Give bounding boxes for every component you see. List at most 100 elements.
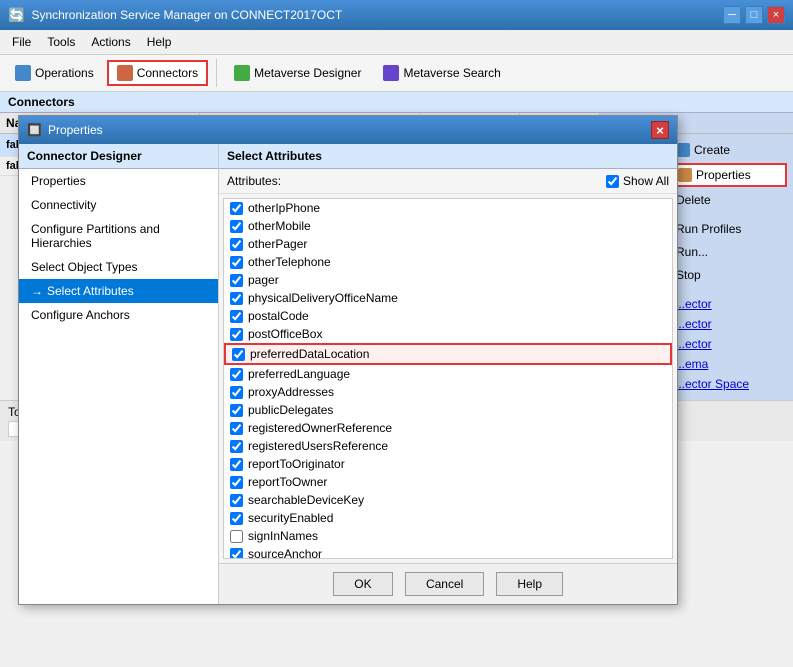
schema-link[interactable]: ...ema (670, 354, 787, 374)
attr-item[interactable]: registeredOwnerReference (224, 419, 672, 437)
attr-item[interactable]: otherPager (224, 235, 672, 253)
metaverse-designer-button[interactable]: Metaverse Designer (225, 61, 370, 85)
attr-label: securityEnabled (248, 511, 333, 525)
attr-item-preferred-data-location[interactable]: preferredDataLocation (224, 343, 672, 365)
create-icon (676, 143, 690, 157)
delete-label: Delete (676, 193, 711, 207)
attr-label: otherIpPhone (248, 201, 320, 215)
nav-item-configure-partitions[interactable]: Configure Partitions and Hierarchies (19, 217, 218, 255)
menu-actions[interactable]: Actions (83, 32, 138, 52)
attr-checkbox-registeredUsers[interactable] (230, 440, 243, 453)
menu-file[interactable]: File (4, 32, 39, 52)
dialog-icon: 🔲 (27, 123, 42, 137)
dialog-close-button[interactable]: × (651, 121, 669, 139)
connectors-button[interactable]: Connectors (107, 60, 208, 86)
attr-checkbox-publicDelegates[interactable] (230, 404, 243, 417)
connector-space-link[interactable]: ...ector Space (670, 374, 787, 394)
attr-checkbox-otherIpPhone[interactable] (230, 202, 243, 215)
attr-item[interactable]: sourceAnchor (224, 545, 672, 559)
stop-label: Stop (676, 268, 701, 282)
attr-label: searchableDeviceKey (248, 493, 364, 507)
right-panel-header: Select Attributes (219, 144, 677, 169)
attr-checkbox-searchableDeviceKey[interactable] (230, 494, 243, 507)
operations-button[interactable]: Operations (6, 61, 103, 85)
attr-item[interactable]: otherMobile (224, 217, 672, 235)
attr-checkbox-preferredLanguage[interactable] (230, 368, 243, 381)
dialog-title-left: 🔲 Properties (27, 123, 103, 137)
attr-item[interactable]: postOfficeBox (224, 325, 672, 343)
attr-item[interactable]: proxyAddresses (224, 383, 672, 401)
stop-button[interactable]: Stop (670, 265, 787, 285)
run-label: Run... (676, 245, 708, 259)
attr-checkbox-preferredDataLocation[interactable] (232, 348, 245, 361)
menu-tools[interactable]: Tools (39, 32, 83, 52)
attr-item[interactable]: reportToOriginator (224, 455, 672, 473)
help-button[interactable]: Help (496, 572, 563, 596)
attr-checkbox-reportToOwner[interactable] (230, 476, 243, 489)
attr-item[interactable]: otherTelephone (224, 253, 672, 271)
dialog-title: Properties (48, 123, 103, 137)
run-button[interactable]: Run... (670, 242, 787, 262)
properties-button[interactable]: Properties (670, 163, 787, 187)
attr-item[interactable]: otherIpPhone (224, 199, 672, 217)
attr-checkbox-proxyAddresses[interactable] (230, 386, 243, 399)
run-profiles-button[interactable]: Run Profiles (670, 219, 787, 239)
properties-icon (678, 168, 692, 182)
delete-button[interactable]: Delete (670, 190, 787, 210)
nav-item-connectivity[interactable]: Connectivity (19, 193, 218, 217)
create-button[interactable]: Create (670, 140, 787, 160)
attr-checkbox-registeredOwner[interactable] (230, 422, 243, 435)
attr-item[interactable]: pager (224, 271, 672, 289)
connector-link-2[interactable]: ...ector (670, 314, 787, 334)
minimize-button[interactable]: ─ (723, 6, 741, 24)
attr-checkbox-postalCode[interactable] (230, 310, 243, 323)
attr-checkbox-sourceAnchor[interactable] (230, 548, 243, 560)
attr-checkbox-physicalDelivery[interactable] (230, 292, 243, 305)
toolbar: Operations Connectors Metaverse Designer… (0, 55, 793, 92)
attr-checkbox-otherTelephone[interactable] (230, 256, 243, 269)
metaverse-search-button[interactable]: Metaverse Search (374, 61, 509, 85)
nav-item-properties[interactable]: Properties (19, 169, 218, 193)
create-label: Create (694, 143, 730, 157)
attributes-list: otherIpPhone otherMobile otherPager othe… (223, 198, 673, 559)
close-button[interactable]: × (767, 6, 785, 24)
attr-item[interactable]: preferredLanguage (224, 365, 672, 383)
dialog-body: Connector Designer Properties Connectivi… (19, 144, 677, 604)
attr-label: registeredOwnerReference (248, 421, 392, 435)
title-bar-controls[interactable]: ─ □ × (723, 6, 785, 24)
operations-icon (15, 65, 31, 81)
show-all-checkbox[interactable] (606, 175, 619, 188)
attr-label: postOfficeBox (248, 327, 322, 341)
attr-checkbox-otherPager[interactable] (230, 238, 243, 251)
connectors-section-label: Connectors (0, 92, 793, 113)
metaverse-search-label: Metaverse Search (403, 66, 500, 80)
right-panel: Select Attributes Attributes: Show All o… (219, 144, 677, 604)
attr-checkbox-postOfficeBox[interactable] (230, 328, 243, 341)
attr-item[interactable]: postalCode (224, 307, 672, 325)
attr-item[interactable]: signInNames (224, 527, 672, 545)
dialog-title-bar: 🔲 Properties × (19, 116, 677, 144)
attr-item[interactable]: publicDelegates (224, 401, 672, 419)
attr-item[interactable]: physicalDeliveryOfficeName (224, 289, 672, 307)
nav-item-configure-anchors[interactable]: Configure Anchors (19, 303, 218, 327)
attr-item[interactable]: searchableDeviceKey (224, 491, 672, 509)
show-all-checkbox-wrapper[interactable]: Show All (606, 174, 669, 188)
nav-item-select-object-types[interactable]: Select Object Types (19, 255, 218, 279)
attr-item[interactable]: registeredUsersReference (224, 437, 672, 455)
connector-link-1[interactable]: ...ector (670, 294, 787, 314)
nav-item-select-attributes[interactable]: → Select Attributes (19, 279, 218, 303)
attr-checkbox-reportToOriginator[interactable] (230, 458, 243, 471)
attr-checkbox-signInNames[interactable] (230, 530, 243, 543)
attr-item[interactable]: reportToOwner (224, 473, 672, 491)
attr-label: reportToOriginator (248, 457, 345, 471)
attr-checkbox-securityEnabled[interactable] (230, 512, 243, 525)
connector-link-3[interactable]: ...ector (670, 334, 787, 354)
attr-checkbox-otherMobile[interactable] (230, 220, 243, 233)
cancel-button[interactable]: Cancel (405, 572, 484, 596)
ok-button[interactable]: OK (333, 572, 393, 596)
window-title: Synchronization Service Manager on CONNE… (31, 8, 342, 22)
maximize-button[interactable]: □ (745, 6, 763, 24)
menu-help[interactable]: Help (139, 32, 180, 52)
attr-item[interactable]: securityEnabled (224, 509, 672, 527)
attr-checkbox-pager[interactable] (230, 274, 243, 287)
